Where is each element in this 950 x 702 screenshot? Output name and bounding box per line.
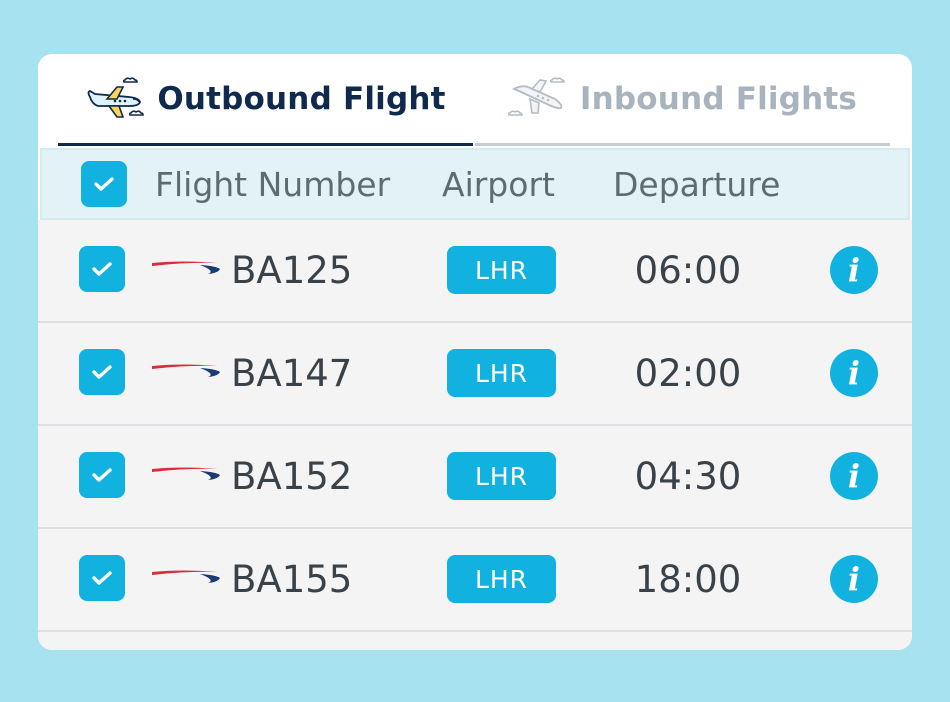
table-header: Flight Number Airport Departure <box>40 148 910 220</box>
info-icon[interactable]: i <box>830 452 878 500</box>
info-icon[interactable]: i <box>830 555 878 603</box>
departure-time: 18:00 <box>634 558 742 601</box>
row-checkbox[interactable] <box>79 349 125 395</box>
flight-number: BA155 <box>231 558 353 601</box>
tab-inbound-label: Inbound Flights <box>579 80 858 117</box>
airplane-icon <box>85 76 145 121</box>
departure-time: 06:00 <box>634 249 742 292</box>
checkmark-icon <box>92 262 112 276</box>
airport-badge: LHR <box>447 452 556 500</box>
page-background: Outbound Flight Inbound Flights Flight N… <box>0 0 950 702</box>
airport-badge: LHR <box>447 349 556 397</box>
airport-badge: LHR <box>447 246 556 294</box>
table-row[interactable]: BA155 LHR 18:00 i <box>38 529 912 632</box>
tab-outbound-flight[interactable]: Outbound Flight <box>58 54 473 146</box>
row-checkbox[interactable] <box>79 555 125 601</box>
flight-tabs: Outbound Flight Inbound Flights <box>58 54 890 146</box>
checkmark-icon <box>94 177 114 191</box>
table-row[interactable]: BA147 LHR 02:00 i <box>38 323 912 426</box>
info-icon[interactable]: i <box>830 349 878 397</box>
checkmark-icon <box>92 365 112 379</box>
flight-number: BA125 <box>231 249 353 292</box>
flight-number: BA152 <box>231 455 353 498</box>
header-airport[interactable]: Airport <box>442 150 555 218</box>
ba-speedmarque-logo <box>152 258 222 283</box>
checkmark-icon <box>92 571 112 585</box>
tab-outbound-label: Outbound Flight <box>157 80 446 117</box>
header-departure[interactable]: Departure <box>613 150 780 218</box>
row-checkbox[interactable] <box>79 452 125 498</box>
table-footer-strip <box>38 632 912 650</box>
airport-badge: LHR <box>447 555 556 603</box>
departure-time: 02:00 <box>634 352 742 395</box>
row-checkbox[interactable] <box>79 246 125 292</box>
table-row[interactable]: BA152 LHR 04:30 i <box>38 426 912 529</box>
checkmark-icon <box>92 468 112 482</box>
table-row[interactable]: BA125 LHR 06:00 i <box>38 220 912 323</box>
info-icon[interactable]: i <box>830 246 878 294</box>
header-flight-number[interactable]: Flight Number <box>155 150 390 218</box>
select-all-checkbox[interactable] <box>81 161 127 207</box>
tab-inbound-flights[interactable]: Inbound Flights <box>475 54 890 146</box>
airplane-icon <box>507 76 568 121</box>
ba-speedmarque-logo <box>152 361 222 386</box>
flight-number: BA147 <box>231 352 353 395</box>
flights-card: Outbound Flight Inbound Flights Flight N… <box>38 54 912 650</box>
ba-speedmarque-logo <box>152 464 222 489</box>
ba-speedmarque-logo <box>152 567 222 592</box>
departure-time: 04:30 <box>634 455 742 498</box>
